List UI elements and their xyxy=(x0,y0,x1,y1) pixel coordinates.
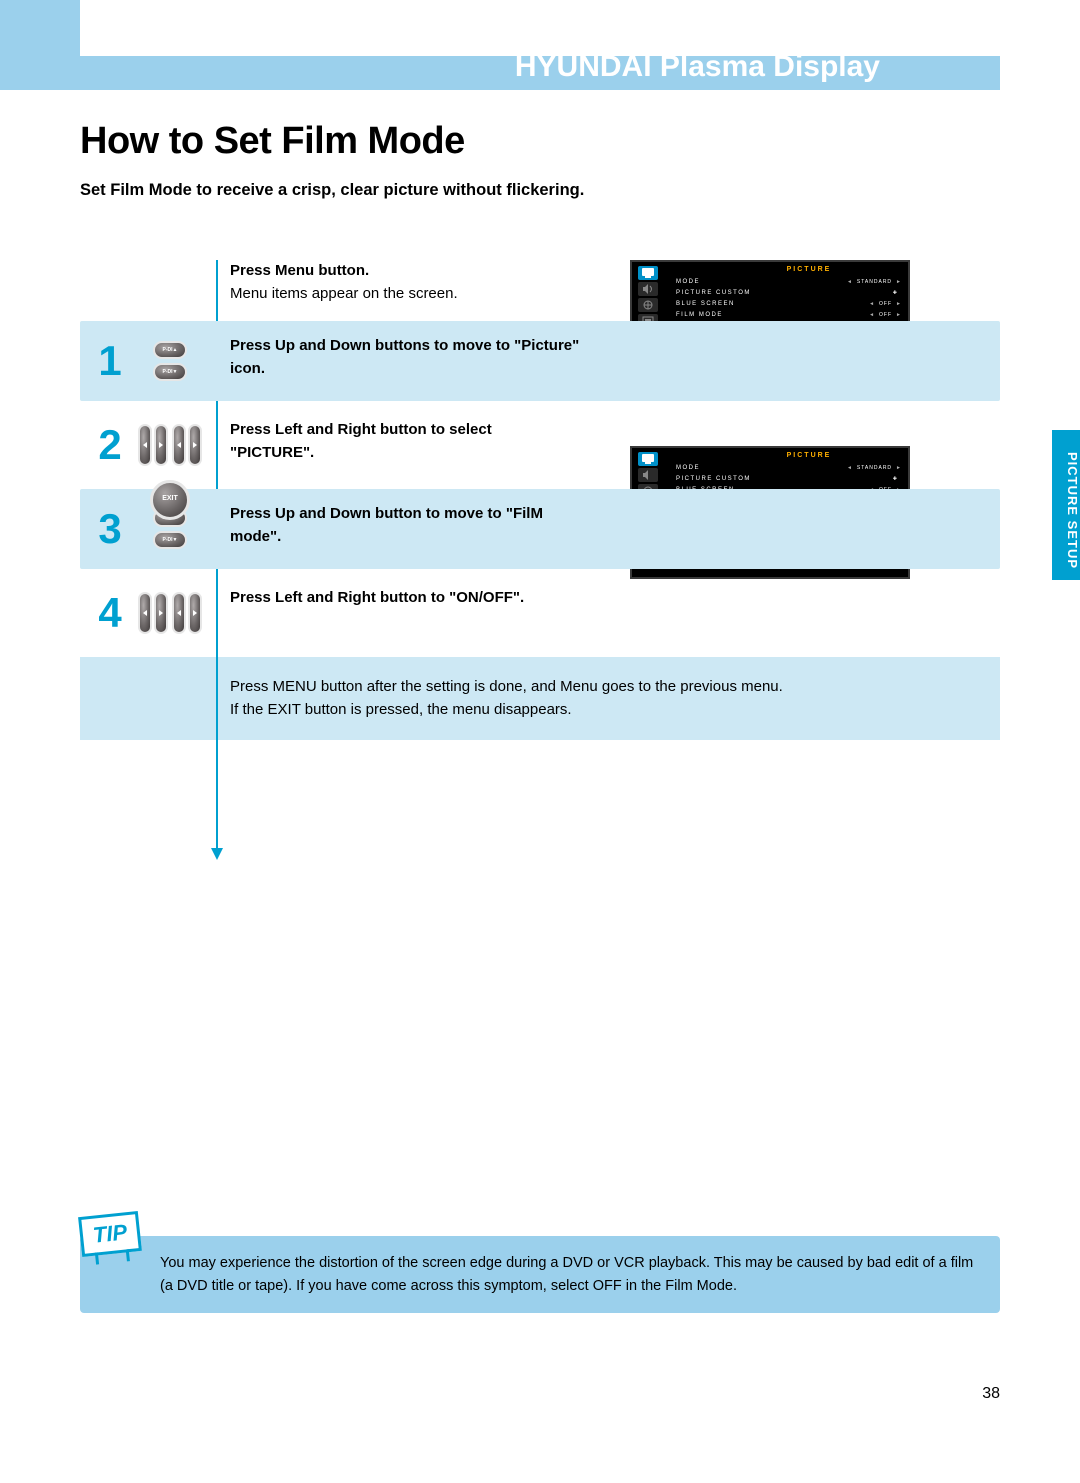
tip-box: TIP You may experience the distortion of… xyxy=(80,1236,1000,1313)
tip-badge: TIP xyxy=(78,1211,142,1257)
intro-text: Menu items appear on the screen. xyxy=(230,283,580,306)
remote-exit-button: EXIT xyxy=(150,480,190,520)
osd-picture-icon xyxy=(638,266,658,280)
remote-left-button xyxy=(172,592,186,634)
remote-left-button xyxy=(138,424,152,466)
osd-item: BLUE SCREEN◄OFF► xyxy=(676,298,902,309)
step-number: 2 xyxy=(90,421,130,469)
osd-item: FILM MODE◄OFF► xyxy=(676,309,902,320)
remote-right-button xyxy=(154,592,168,634)
osd-item: PICTURE CUSTOM✚ xyxy=(676,287,902,298)
step-text: Press Left and Right button to "ON/OFF". xyxy=(230,589,524,606)
step-text: Press Up and Down buttons to move to "Pi… xyxy=(230,337,579,377)
brand-title: HYUNDAI Plasma Display xyxy=(515,50,880,84)
step-3: 3 P-DI▲ P-DI▼ Press Up and Down button t… xyxy=(80,489,1000,569)
remote-down-button: P-DI▼ xyxy=(153,531,187,549)
osd-title: PICTURE xyxy=(716,266,902,273)
tip-text: You may experience the distortion of the… xyxy=(80,1236,1000,1313)
step-2: 2 Press Left and Right button to select … xyxy=(80,405,1000,485)
remote-down-button: P-DI▼ xyxy=(153,363,187,381)
page-subtitle: Set Film Mode to receive a crisp, clear … xyxy=(80,181,1000,200)
intro-bold: Press Menu button. xyxy=(230,260,580,283)
osd-item: MODE◄STANDARD► xyxy=(676,276,902,287)
step-text: Press Left and Right button to select "P… xyxy=(230,421,492,461)
osd-sound-icon xyxy=(638,282,658,296)
remote-right-button xyxy=(188,424,202,466)
side-tab: PICTURE SETUP xyxy=(1052,430,1080,580)
remote-right-button xyxy=(188,592,202,634)
remote-left-button xyxy=(172,424,186,466)
page-title: How to Set Film Mode xyxy=(80,120,1000,163)
remote-left-button xyxy=(138,592,152,634)
exit-row: EXIT Press MENU button after the setting… xyxy=(80,657,1000,740)
step-number: 4 xyxy=(90,589,130,637)
remote-right-button xyxy=(154,424,168,466)
step-4: 4 Press Left and Right button to "ON/OFF… xyxy=(80,573,1000,653)
step-number: 1 xyxy=(90,337,130,385)
exit-text-1: Press MENU button after the setting is d… xyxy=(230,675,1000,698)
remote-up-button: P-DI▲ xyxy=(153,341,187,359)
page-number: 38 xyxy=(982,1385,1000,1403)
exit-text-2: If the EXIT button is pressed, the menu … xyxy=(230,698,1000,721)
step-number: 3 xyxy=(90,505,130,553)
step-text: Press Up and Down button to move to "Fil… xyxy=(230,505,543,545)
osd-globe-icon xyxy=(638,298,658,312)
header-stripe xyxy=(0,0,80,90)
step-1: 1 P-DI▲ P-DI▼ Press Up and Down buttons … xyxy=(80,321,1000,401)
